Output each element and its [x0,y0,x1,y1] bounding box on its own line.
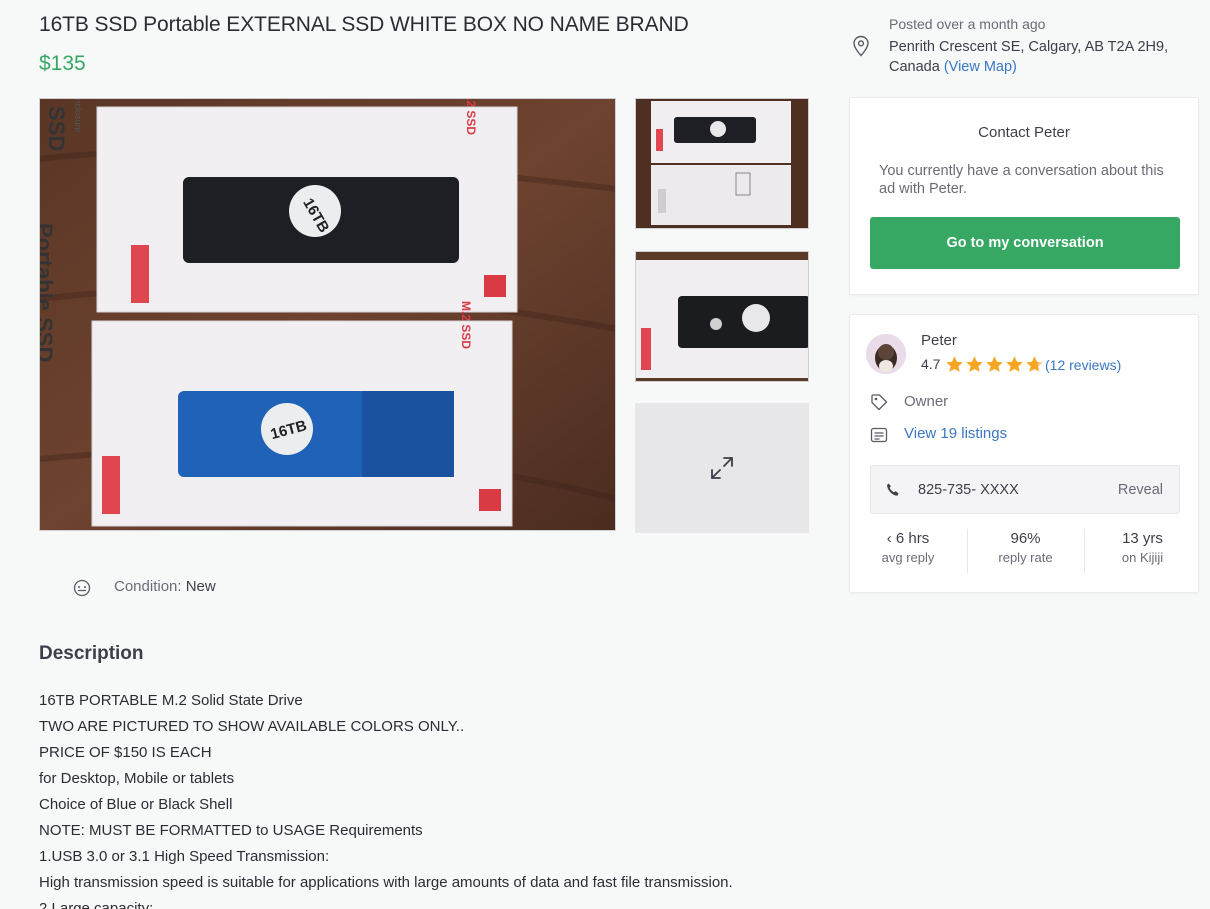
ad-address: Penrith Crescent SE, Calgary, AB T2A 2H9… [889,37,1189,77]
reveal-phone-button[interactable]: Reveal [1118,482,1163,498]
description-line: PRICE OF $150 IS EACH [39,744,212,761]
phone-icon [887,483,899,496]
box-title-1: Portable SSD [44,99,69,151]
thumbnail-2[interactable] [635,251,809,382]
stat-avg-reply: ‹ 6 hrs avg reply [850,529,966,567]
star-icon [986,356,1003,372]
stat-value: ‹ 6 hrs [886,530,930,547]
rating-value: 4.7 [921,356,941,372]
description-line: 2.Large capacity: [39,900,154,909]
contact-card: Contact Peter You currently have a conve… [849,97,1199,295]
stat-label: reply rate [998,550,1053,565]
listings-icon [870,427,888,443]
stat-on-kijiji: 13 yrs on Kijiji [1084,529,1200,573]
box-subtitle-1: Hard Drive Enclosure [73,99,83,133]
description-heading: Description [39,643,144,664]
avatar-image [866,334,906,374]
seller-card: Peter 4.7 (12 reviews) Owner View 19 lis… [849,314,1199,593]
star-icon [966,356,983,372]
stat-label: avg reply [881,550,935,565]
contact-message: You currently have a conversation about … [879,163,1164,197]
expand-icon [711,457,733,479]
description-line: for Desktop, Mobile or tablets [39,770,235,787]
tag-icon [871,394,888,411]
expand-gallery-button[interactable] [635,403,809,533]
condition-label: Condition: [114,578,182,595]
main-photo[interactable]: Portable SSD Hard Drive Enclosure 16TB M… [39,98,616,531]
description-line: 16TB PORTABLE M.2 Solid State Drive [39,692,303,709]
stat-reply-rate: 96% reply rate [967,529,1083,573]
description-line: Choice of Blue or Black Shell [39,796,233,813]
stat-value: 13 yrs [1122,530,1163,547]
thumbnail-1-image [636,99,808,228]
seller-avatar[interactable] [866,334,906,374]
star-icon [946,356,963,372]
view-listings-link[interactable]: View 19 listings [904,425,1007,442]
address-text: Penrith Crescent SE, Calgary, AB T2A 2H9… [889,39,1169,75]
condition: Condition: New [114,578,216,595]
rating-stars [945,355,1044,374]
ad-price: $135 [39,52,86,75]
condition-icon [73,579,91,597]
box-side-1: M.2 SSD [464,99,478,135]
thumbnail-2-image [636,252,808,381]
stat-value: 96% [1010,530,1041,547]
reviews-link[interactable]: (12 reviews) [1045,357,1121,373]
description-line: TWO ARE PICTURED TO SHOW AVAILABLE COLOR… [39,718,465,735]
contact-title: Contact Peter [978,124,1070,141]
go-to-conversation-button[interactable]: Go to my conversation [870,217,1180,269]
box-side-2: M.2 SSD [459,301,473,349]
phone-number: 825-735- XXXX [918,482,1019,498]
thumbnail-1[interactable] [635,98,809,229]
stat-label: on Kijiji [1121,550,1164,565]
condition-value: New [185,578,216,595]
location-pin-icon [853,35,869,57]
star-icon [1006,356,1023,372]
listing-page: 16TB SSD Portable EXTERNAL SSD WHITE BOX… [0,0,1210,909]
description-body: 16TB PORTABLE M.2 Solid State Drive TWO … [39,688,799,909]
description-line: 1.USB 3.0 or 3.1 High Speed Transmission… [39,848,330,865]
posted-date: Posted over a month ago [889,16,1046,32]
phone-box: 825-735- XXXX Reveal [870,465,1180,514]
description-line: High transmission speed is suitable for … [39,874,733,891]
box-title-2: Portable SSD [40,223,57,362]
description-line: NOTE: MUST BE FORMATTED to USAGE Require… [39,822,423,839]
ad-title: 16TB SSD Portable EXTERNAL SSD WHITE BOX… [39,13,689,36]
seller-name[interactable]: Peter [921,332,957,349]
seller-role: Owner [904,393,949,410]
view-map-link[interactable]: (View Map) [944,59,1017,75]
main-photo-image: Portable SSD Hard Drive Enclosure 16TB M… [40,99,615,530]
star-half-icon [1026,356,1043,372]
